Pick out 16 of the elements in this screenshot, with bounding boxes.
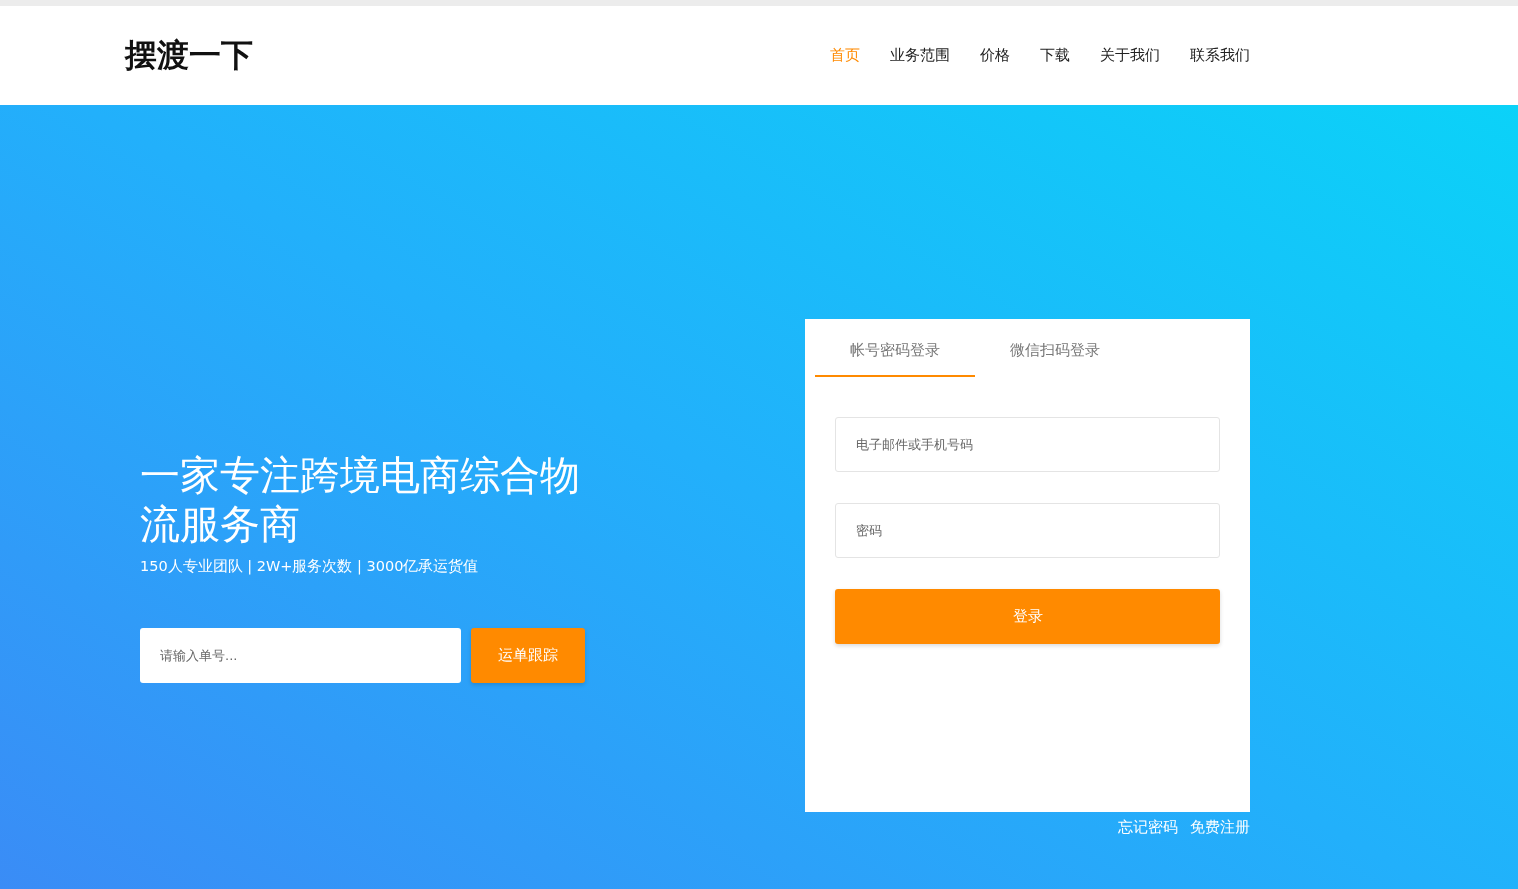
input-field[interactable]: 电子邮件或手机号码 [835, 417, 1220, 472]
nav-link[interactable]: 联系我们 [1190, 46, 1250, 65]
hero-subtitle: 150人专业团队 | 2W+服务次数 | 3000亿承运货值 [140, 557, 480, 576]
login-tab[interactable]: 微信扫码登录 [975, 319, 1135, 377]
account-link[interactable]: 忘记密码 [1118, 818, 1178, 837]
tracking-number-field[interactable]: 请输入单号... [140, 628, 461, 683]
site-logo[interactable]: 摆渡一下 [125, 33, 253, 78]
nav-link[interactable]: 价格 [980, 46, 1010, 65]
nav-link[interactable]: 业务范围 [890, 46, 950, 65]
nav-link[interactable]: 关于我们 [1100, 46, 1160, 65]
login-tab[interactable]: 帐号密码登录 [815, 319, 975, 377]
hero-title: 一家专注跨境电商综合物流服务商 [140, 451, 581, 549]
nav-link[interactable]: 下载 [1040, 46, 1070, 65]
input-field[interactable]: 密码 [835, 503, 1220, 558]
nav-link[interactable]: 首页 [830, 46, 860, 65]
account-link[interactable]: 免费注册 [1190, 818, 1250, 837]
